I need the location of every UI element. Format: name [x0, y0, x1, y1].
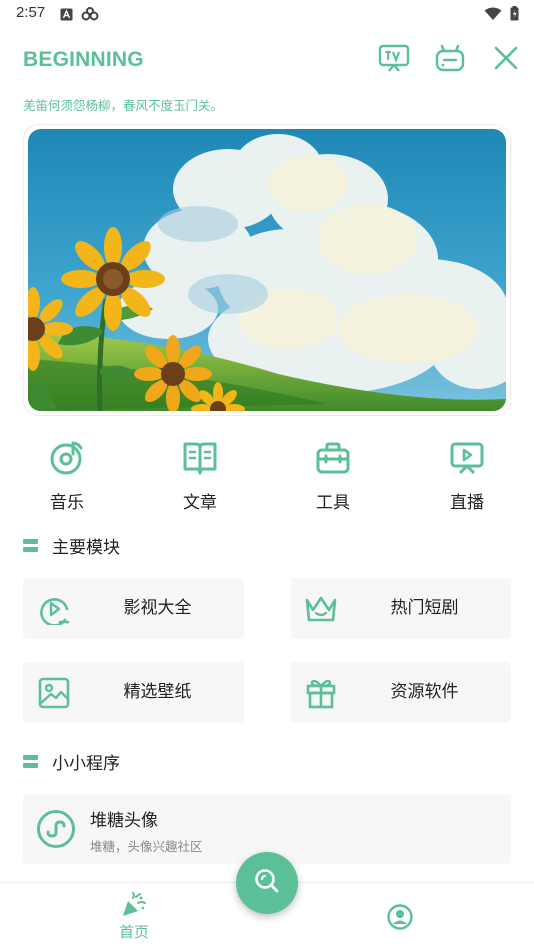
nav-home-label: 首页	[118, 923, 149, 941]
toolbox-icon	[288, 438, 378, 478]
tv-button[interactable]	[377, 43, 411, 77]
close-button[interactable]	[489, 43, 523, 77]
module-label: 热门短剧	[390, 598, 459, 618]
mini-program-description: 堆糖，头像兴趣社区	[90, 839, 203, 854]
user-circle-icon	[387, 904, 413, 934]
wifi-icon	[484, 6, 502, 25]
header-subtitle: 羌笛何须怨杨柳，春风不度玉门关。	[23, 98, 224, 113]
tv-icon	[378, 43, 410, 77]
battery-icon	[510, 6, 519, 25]
quick-nav-articles[interactable]: 文章	[155, 438, 245, 513]
mini-program-icon	[36, 809, 76, 853]
section-heading-main-modules: 主要模块	[23, 533, 120, 558]
module-label: 影视大全	[123, 598, 192, 618]
nav-home-tab[interactable]: 首页	[100, 883, 168, 951]
quick-nav-label: 工具	[316, 493, 350, 513]
module-card-wallpapers[interactable]: 精选壁纸	[23, 662, 244, 723]
section-title: 小小程序	[52, 754, 120, 774]
search-icon	[253, 867, 281, 899]
nav-profile-tab[interactable]	[382, 901, 418, 937]
live-play-icon	[422, 438, 512, 478]
book-icon	[155, 438, 245, 478]
module-card-software[interactable]: 资源软件	[290, 662, 511, 723]
quick-nav-live[interactable]: 直播	[422, 438, 512, 513]
section-bars-icon	[23, 539, 38, 552]
section-heading-mini-programs: 小小程序	[23, 749, 120, 774]
status-time: 2:57	[16, 4, 46, 21]
close-icon	[493, 45, 519, 75]
section-title: 主要模块	[52, 538, 120, 558]
mini-program-title: 堆糖头像	[90, 811, 158, 831]
app-brand-title: BEGINNING	[23, 48, 144, 71]
quick-nav-label: 文章	[183, 493, 217, 513]
banner-card[interactable]	[23, 124, 511, 416]
crown-icon	[304, 592, 338, 626]
party-popper-icon	[121, 892, 147, 922]
robot-icon	[434, 43, 466, 77]
quick-nav-label: 直播	[450, 493, 484, 513]
module-label: 精选壁纸	[123, 682, 192, 702]
module-card-movies[interactable]: 影视大全	[23, 578, 244, 639]
quick-nav-tools[interactable]: 工具	[288, 438, 378, 513]
notification-link-icon	[81, 6, 99, 25]
module-label: 资源软件	[390, 682, 459, 702]
quick-nav-music[interactable]: 音乐	[22, 438, 112, 513]
play-circle-icon	[37, 592, 71, 626]
banner-image	[28, 129, 506, 411]
search-fab[interactable]	[236, 852, 298, 914]
music-disc-icon	[22, 438, 112, 478]
image-icon	[37, 676, 71, 710]
section-bars-icon	[23, 755, 38, 768]
robot-button[interactable]	[433, 43, 467, 77]
module-card-short-dramas[interactable]: 热门短剧	[290, 578, 511, 639]
gift-icon	[304, 676, 338, 710]
notification-a-icon	[60, 6, 73, 25]
quick-nav-label: 音乐	[50, 493, 84, 513]
